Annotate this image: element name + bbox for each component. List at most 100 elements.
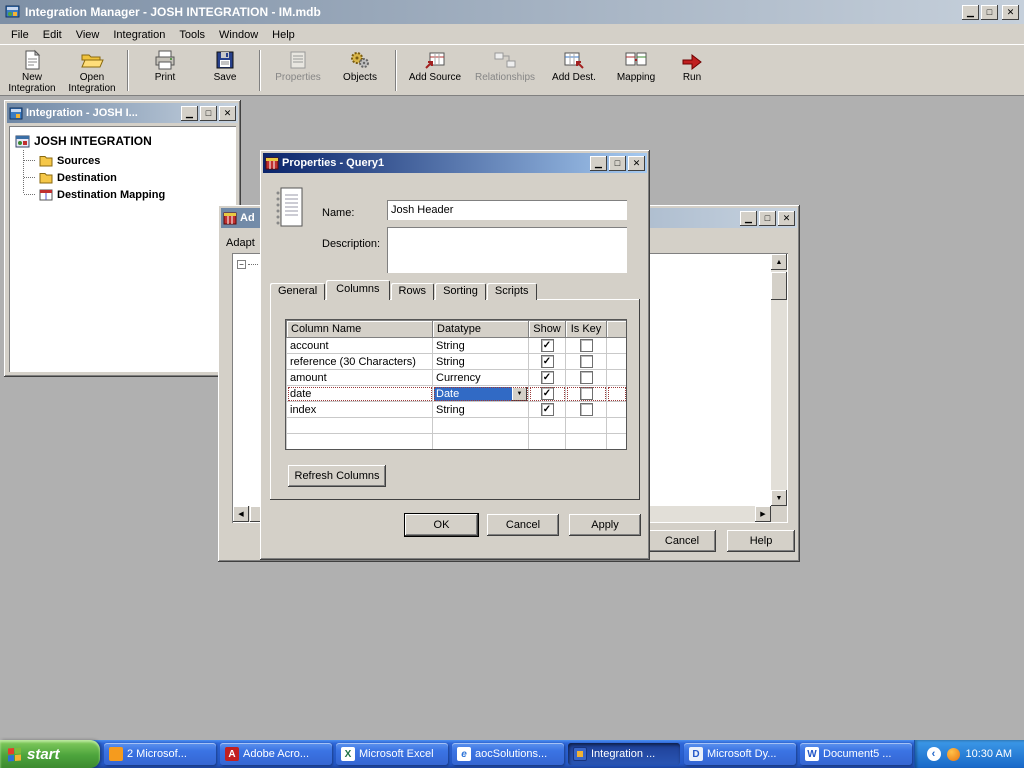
toolbar-open-integration-button[interactable]: Open Integration <box>62 47 122 94</box>
menu-integration[interactable]: Integration <box>106 26 172 44</box>
toolbar-add-source-button[interactable]: Add Source <box>402 47 468 94</box>
cell-datatype[interactable]: Currency <box>433 370 529 386</box>
toolbar-save-button[interactable]: Save <box>196 47 254 94</box>
tab-rows[interactable]: Rows <box>391 283 435 300</box>
main-titlebar[interactable]: Integration Manager - JOSH INTEGRATION -… <box>0 0 1024 24</box>
menu-help[interactable]: Help <box>265 26 302 44</box>
is-key-checkbox[interactable] <box>580 371 593 384</box>
minimize-button[interactable]: ▁ <box>181 106 198 121</box>
grid-row-account[interactable]: account String ✓ <box>287 338 627 354</box>
maximize-button[interactable]: □ <box>981 5 998 20</box>
scroll-down-button[interactable]: ▼ <box>771 490 787 506</box>
taskbar-task-adobe[interactable]: Adobe Acro... <box>220 743 332 765</box>
show-checkbox[interactable]: ✓ <box>541 387 554 400</box>
scroll-left-button[interactable]: ◀ <box>233 506 249 522</box>
toolbar-mapping-button[interactable]: Mapping <box>606 47 666 94</box>
menu-file[interactable]: File <box>4 26 36 44</box>
grid-row-amount[interactable]: amount Currency ✓ <box>287 370 627 386</box>
menu-view[interactable]: View <box>69 26 107 44</box>
maximize-button[interactable]: □ <box>200 106 217 121</box>
integration-window-titlebar[interactable]: Integration - JOSH I... ▁ □ ✕ <box>7 103 238 123</box>
name-input[interactable] <box>387 200 627 220</box>
close-icon: ✕ <box>1007 8 1015 17</box>
hide-icons-chevron[interactable]: ‹ <box>927 747 941 761</box>
chevron-down-icon: ▼ <box>517 391 523 397</box>
toolbar-separator <box>259 50 261 91</box>
scroll-up-button[interactable]: ▲ <box>771 254 787 270</box>
start-button[interactable]: start <box>0 740 100 768</box>
cell-datatype[interactable]: String <box>433 402 529 418</box>
grid-row-date-selected[interactable]: date Date ▼ ✓ <box>287 386 627 402</box>
tree-item-sources[interactable]: Sources <box>39 152 232 169</box>
cell-column-name[interactable]: reference (30 Characters) <box>287 354 433 370</box>
taskbar-task-office[interactable]: 2 Microsof... <box>104 743 216 765</box>
cell-column-name[interactable]: amount <box>287 370 433 386</box>
combo-dropdown-button[interactable]: ▼ <box>512 387 527 401</box>
tree-item-destination[interactable]: Destination <box>39 169 232 186</box>
tree-item-destination-mapping[interactable]: Destination Mapping <box>39 186 232 203</box>
cell-datatype[interactable]: String <box>433 354 529 370</box>
cancel-button[interactable]: Cancel <box>487 514 559 536</box>
taskbar-task-integration[interactable]: Integration ... <box>568 743 680 765</box>
integration-root-icon <box>15 135 30 148</box>
apply-button[interactable]: Apply <box>569 514 641 536</box>
grid-row-empty[interactable] <box>287 434 627 450</box>
screen: Integration Manager - JOSH INTEGRATION -… <box>0 0 1024 768</box>
minimize-button[interactable]: ▁ <box>962 5 979 20</box>
scrollbar-thumb[interactable] <box>771 272 787 300</box>
toolbar-print-button[interactable]: Print <box>134 47 196 94</box>
toolbar-new-integration-button[interactable]: New Integration <box>2 47 62 94</box>
description-input[interactable] <box>387 227 627 273</box>
is-key-checkbox[interactable] <box>580 387 593 400</box>
tree-expander[interactable]: − <box>237 260 246 269</box>
collapse-icon: − <box>239 261 244 269</box>
toolbar-objects-button[interactable]: Objects <box>330 47 390 94</box>
scroll-right-button[interactable]: ▶ <box>755 506 771 522</box>
is-key-checkbox[interactable] <box>580 339 593 352</box>
adapter-cancel-button[interactable]: Cancel <box>648 530 716 552</box>
dialog-titlebar[interactable]: Properties - Query1 ▁ □ ✕ <box>263 153 647 173</box>
datatype-combo[interactable]: Date ▼ <box>434 387 527 401</box>
cell-datatype[interactable]: String <box>433 338 529 354</box>
taskbar-task-word[interactable]: Document5 ... <box>800 743 912 765</box>
grid-row-index[interactable]: index String ✓ <box>287 402 627 418</box>
tab-general[interactable]: General <box>270 283 325 300</box>
close-button[interactable]: ✕ <box>1002 5 1019 20</box>
tab-columns[interactable]: Columns <box>326 280 389 300</box>
taskbar-task-excel[interactable]: Microsoft Excel <box>336 743 448 765</box>
grid-row-empty[interactable] <box>287 418 627 434</box>
adapter-help-button[interactable]: Help <box>727 530 795 552</box>
show-checkbox[interactable]: ✓ <box>541 339 554 352</box>
cell-column-name[interactable]: index <box>287 402 433 418</box>
tree-root-josh-integration[interactable]: JOSH INTEGRATION <box>13 132 232 150</box>
close-button[interactable]: ✕ <box>778 211 795 226</box>
tab-sorting[interactable]: Sorting <box>435 283 486 300</box>
ok-button[interactable]: OK <box>405 514 478 536</box>
is-key-checkbox[interactable] <box>580 355 593 368</box>
app-icon <box>5 4 21 20</box>
menu-edit[interactable]: Edit <box>36 26 69 44</box>
close-button[interactable]: ✕ <box>628 156 645 171</box>
cell-column-name[interactable]: date <box>287 386 433 402</box>
taskbar-task-dynamics[interactable]: Microsoft Dy... <box>684 743 796 765</box>
toolbar-run-button[interactable]: Run <box>666 47 718 94</box>
show-checkbox[interactable]: ✓ <box>541 403 554 416</box>
show-checkbox[interactable]: ✓ <box>541 371 554 384</box>
grid-row-reference[interactable]: reference (30 Characters) String ✓ <box>287 354 627 370</box>
tray-notification-icon[interactable] <box>947 748 960 761</box>
vertical-scrollbar[interactable]: ▲ ▼ <box>771 254 787 506</box>
taskbar-task-aocsolutions[interactable]: aocSolutions... <box>452 743 564 765</box>
minimize-button[interactable]: ▁ <box>740 211 757 226</box>
menu-window[interactable]: Window <box>212 26 265 44</box>
refresh-columns-button[interactable]: Refresh Columns <box>288 465 386 487</box>
maximize-button[interactable]: □ <box>609 156 626 171</box>
close-button[interactable]: ✕ <box>219 106 236 121</box>
minimize-button[interactable]: ▁ <box>590 156 607 171</box>
tab-scripts[interactable]: Scripts <box>487 283 537 300</box>
maximize-button[interactable]: □ <box>759 211 776 226</box>
show-checkbox[interactable]: ✓ <box>541 355 554 368</box>
menu-tools[interactable]: Tools <box>172 26 212 44</box>
toolbar-add-dest-button[interactable]: Add Dest. <box>542 47 606 94</box>
is-key-checkbox[interactable] <box>580 403 593 416</box>
cell-column-name[interactable]: account <box>287 338 433 354</box>
